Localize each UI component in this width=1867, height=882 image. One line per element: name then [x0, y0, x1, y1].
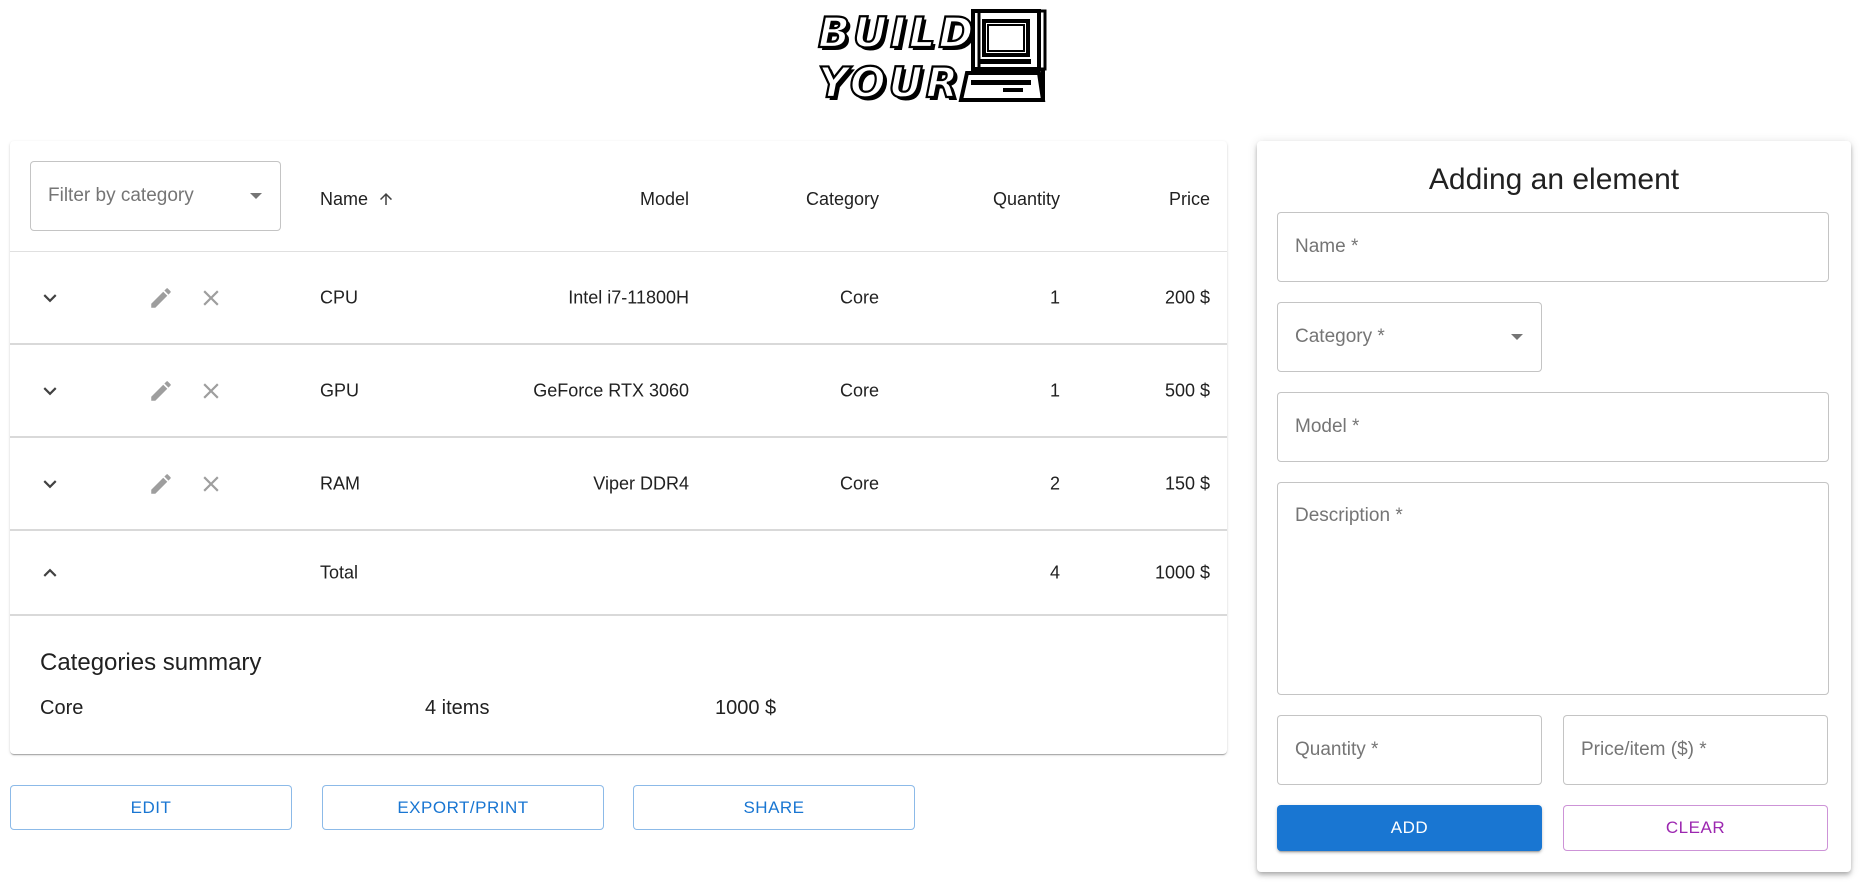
edit-row-button[interactable] — [146, 469, 176, 499]
quantity-field-label: Quantity * — [1295, 739, 1379, 760]
share-button[interactable]: SHARE — [633, 785, 915, 830]
table-row: CPU Intel i7-11800H Core 1 200 $ — [10, 252, 1227, 344]
pencil-icon — [151, 474, 171, 494]
filter-by-category-select[interactable]: Filter by category — [30, 161, 281, 231]
add-element-form: Adding an element Name * Category * Mode… — [1257, 141, 1851, 872]
dropdown-arrow-icon — [1511, 334, 1523, 340]
category-select[interactable]: Category * — [1277, 302, 1542, 372]
cell-price: 200 $ — [1164, 287, 1210, 308]
logo-line-2: YOUR — [817, 57, 962, 108]
components-table: Filter by category Name Model Category Q… — [10, 141, 1227, 754]
category-select-label: Category * — [1295, 326, 1385, 347]
dropdown-arrow-icon — [250, 193, 262, 199]
summary-count: 4 items — [425, 697, 490, 719]
clear-button[interactable]: CLEAR — [1563, 805, 1828, 851]
summary-total: 1000 $ — [715, 697, 777, 719]
cell-category: Core — [839, 380, 879, 401]
pencil-icon — [151, 288, 171, 308]
divider — [10, 614, 1227, 616]
chevron-down-icon — [43, 387, 57, 396]
total-row: Total 4 1000 $ — [10, 531, 1227, 614]
name-field-label: Name * — [1295, 236, 1359, 257]
total-label: Total — [320, 562, 359, 582]
summary-category: Core — [40, 697, 84, 719]
cell-model: GeForce RTX 3060 — [533, 380, 689, 401]
cell-name: RAM — [320, 473, 360, 494]
quantity-field[interactable]: Quantity * — [1277, 715, 1542, 785]
cell-name: GPU — [320, 380, 360, 401]
column-header-model[interactable]: Model — [530, 189, 689, 210]
form-title: Adding an element — [1428, 163, 1680, 196]
price-per-item-field[interactable]: Price/item ($) * — [1563, 715, 1828, 785]
expand-row-button[interactable] — [35, 469, 65, 499]
column-header-category[interactable]: Category — [730, 189, 879, 210]
arrow-up-icon — [380, 192, 393, 205]
collapse-summary-button[interactable] — [35, 558, 65, 588]
price-field-label: Price/item ($) * — [1581, 739, 1707, 760]
cell-quantity: 1 — [1049, 380, 1060, 401]
app-logo: BUILD YOUR — [812, 6, 1052, 108]
logo-wordmark: BUILD YOUR — [812, 6, 975, 108]
retro-computer-icon — [958, 9, 1047, 102]
expand-row-button[interactable] — [35, 376, 65, 406]
delete-row-button[interactable] — [196, 376, 226, 406]
export-print-button[interactable]: EXPORT/PRINT — [322, 785, 604, 830]
column-header-quantity[interactable]: Quantity — [910, 189, 1060, 210]
cell-quantity: 1 — [1049, 287, 1060, 308]
chevron-down-icon — [43, 294, 57, 303]
description-field-label: Description * — [1295, 505, 1403, 526]
cell-category: Core — [839, 287, 879, 308]
column-header-name[interactable]: Name — [320, 189, 395, 210]
expand-row-button[interactable] — [35, 283, 65, 313]
edit-button[interactable]: EDIT — [10, 785, 292, 830]
cell-quantity: 2 — [1049, 473, 1060, 494]
total-price: 1000 $ — [1154, 562, 1210, 582]
cell-model: Viper DDR4 — [593, 473, 689, 494]
pencil-icon — [151, 381, 171, 401]
cell-name: CPU — [320, 287, 359, 308]
table-row: RAM Viper DDR4 Core 2 150 $ — [10, 438, 1227, 530]
categories-summary-title: Categories summary — [40, 649, 262, 676]
close-icon — [203, 290, 219, 306]
close-icon — [203, 383, 219, 399]
description-textarea[interactable]: Description * — [1277, 482, 1829, 695]
cell-price: 150 $ — [1164, 473, 1210, 494]
edit-row-button[interactable] — [146, 376, 176, 406]
column-header-price[interactable]: Price — [1090, 189, 1210, 210]
model-field-label: Model * — [1295, 416, 1360, 437]
model-field[interactable]: Model * — [1277, 392, 1829, 462]
close-icon — [203, 476, 219, 492]
cell-model: Intel i7-11800H — [568, 287, 689, 308]
filter-placeholder: Filter by category — [48, 185, 194, 206]
name-field[interactable]: Name * — [1277, 212, 1829, 282]
add-button[interactable]: ADD — [1277, 805, 1542, 851]
column-header-name-label: Name — [320, 189, 369, 209]
chevron-down-icon — [43, 480, 57, 489]
delete-row-button[interactable] — [196, 283, 226, 313]
cell-category: Core — [839, 473, 879, 494]
logo-line-1: BUILD — [817, 7, 977, 58]
edit-row-button[interactable] — [146, 283, 176, 313]
chevron-up-icon — [43, 568, 57, 577]
cell-price: 500 $ — [1164, 380, 1210, 401]
delete-row-button[interactable] — [196, 469, 226, 499]
total-quantity: 4 — [1049, 562, 1060, 582]
table-row: GPU GeForce RTX 3060 Core 1 500 $ — [10, 345, 1227, 437]
